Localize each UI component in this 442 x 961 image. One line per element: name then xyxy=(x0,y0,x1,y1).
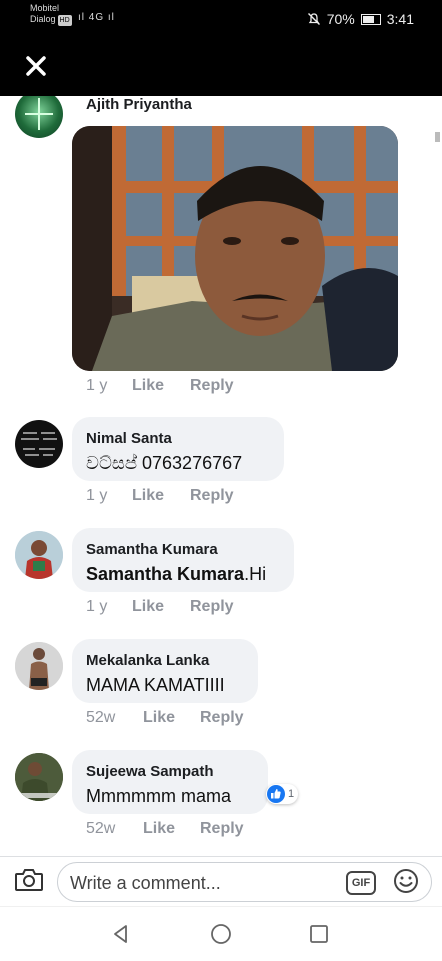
comment-composer: GIF xyxy=(0,856,442,907)
square-recents-icon xyxy=(310,925,328,943)
reply-button[interactable]: Reply xyxy=(200,709,244,727)
commenter-name[interactable]: Sujeewa Sampath xyxy=(86,763,214,780)
avatar-graphic xyxy=(15,642,63,690)
camera-button[interactable] xyxy=(14,867,44,893)
carrier-name-2: Dialog xyxy=(30,14,56,24)
scrollbar[interactable] xyxy=(435,132,440,142)
comment-time: 1 y xyxy=(86,487,108,504)
comment-text: Mmmmmm mama xyxy=(86,786,231,806)
recents-button[interactable] xyxy=(308,923,330,945)
avatar[interactable] xyxy=(15,753,63,801)
thumbs-up-icon xyxy=(267,785,285,803)
like-button[interactable]: Like xyxy=(132,598,164,616)
avatar[interactable] xyxy=(15,642,63,690)
comment-time: 52w xyxy=(86,820,116,837)
signal-icon: ıl 4G ıl xyxy=(78,12,115,23)
reply-button[interactable]: Reply xyxy=(190,377,234,395)
battery-percent: 70% xyxy=(326,11,355,27)
comment-text-rest: .Hi xyxy=(244,564,267,584)
comment-time: 1 y xyxy=(86,377,108,394)
carrier-info: Mobitel Dialog HD xyxy=(30,3,72,26)
camera-icon xyxy=(15,869,43,891)
circle-home-icon xyxy=(211,924,231,944)
commenter-name[interactable]: Samantha Kumara xyxy=(86,541,218,558)
comment-time: 1 y xyxy=(86,598,108,615)
gif-button[interactable]: GIF xyxy=(346,871,376,895)
mentioned-name[interactable]: Samantha Kumara xyxy=(86,564,244,584)
avatar[interactable] xyxy=(15,531,63,579)
avatar-graphic xyxy=(21,432,57,456)
smiley-icon xyxy=(394,869,418,893)
battery-level xyxy=(362,15,374,23)
avatar[interactable] xyxy=(15,96,63,138)
triangle-back-icon xyxy=(114,925,127,943)
avatar[interactable] xyxy=(15,420,63,468)
carrier-name-1: Mobitel xyxy=(30,3,60,13)
like-button[interactable]: Like xyxy=(132,487,164,505)
comment-input-container[interactable]: GIF xyxy=(57,862,432,902)
status-right: 70% 3:41 xyxy=(307,11,414,27)
like-button[interactable]: Like xyxy=(143,820,175,838)
avatar-graphic xyxy=(15,753,63,801)
comment-input[interactable] xyxy=(68,869,342,897)
home-button[interactable] xyxy=(210,923,232,945)
reply-button[interactable]: Reply xyxy=(190,487,234,505)
comment-text: Samantha Kumara.Hi xyxy=(86,564,266,585)
bell-off-icon xyxy=(307,13,320,25)
system-nav-bar xyxy=(0,906,442,961)
comment-photo[interactable] xyxy=(72,126,398,371)
commenter-name[interactable]: Nimal Santa xyxy=(86,430,172,447)
comment-time: 52w xyxy=(86,709,116,726)
like-button[interactable]: Like xyxy=(143,709,175,727)
photo-image xyxy=(72,126,398,371)
reaction-count-number: 1 xyxy=(288,788,295,800)
comment-list[interactable]: Ajith Priyantha 1 y Like Reply Nimal San… xyxy=(0,96,442,856)
emoji-button[interactable] xyxy=(393,868,418,893)
comment-text: වට්සප් 0763276767 xyxy=(86,453,243,473)
commenter-name[interactable]: Ajith Priyantha xyxy=(86,96,192,113)
reaction-count[interactable]: 1 xyxy=(266,784,299,804)
battery-icon xyxy=(360,13,381,25)
like-button[interactable]: Like xyxy=(132,377,164,395)
commenter-name[interactable]: Mekalanka Lanka xyxy=(86,652,209,669)
thumbs-up-glyph xyxy=(271,789,281,799)
avatar-graphic xyxy=(15,531,63,579)
close-button[interactable] xyxy=(22,52,50,80)
comment-text: MAMA KAMATIIII xyxy=(86,675,225,695)
reply-button[interactable]: Reply xyxy=(190,598,234,616)
back-button[interactable] xyxy=(110,923,132,945)
avatar-graphic xyxy=(25,98,53,130)
close-icon xyxy=(26,56,46,76)
hd-badge: HD xyxy=(57,15,72,26)
header-bar xyxy=(0,40,442,96)
reply-button[interactable]: Reply xyxy=(200,820,244,838)
status-bar: Mobitel Dialog HD ıl 4G ıl 70% 3:41 xyxy=(0,0,442,40)
clock: 3:41 xyxy=(386,11,414,27)
